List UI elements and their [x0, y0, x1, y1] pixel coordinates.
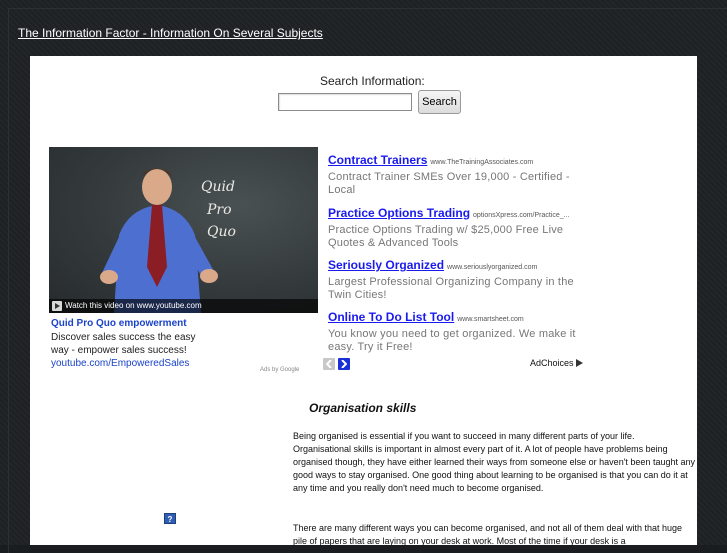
article-paragraph: There are many different ways you can be… [293, 523, 683, 546]
chevron-right-icon[interactable] [338, 358, 350, 370]
article-title: Organisation skills [309, 401, 417, 415]
video-description: Discover sales success the easy way - em… [51, 332, 196, 356]
site-title-link[interactable]: The Information Factor - Information On … [18, 26, 323, 40]
search-label: Search Information: [320, 74, 425, 88]
ad-title-link[interactable]: Online To Do List Tool [328, 310, 454, 324]
ad-url[interactable]: www.seriouslyorganized.com [447, 264, 537, 271]
ad-unit[interactable]: Practice Options Trading optionsXpress.co… [328, 204, 590, 250]
chevron-left-icon[interactable] [323, 358, 335, 370]
ad-url[interactable]: optionsXpress.com/Practice_... [473, 212, 570, 219]
video-footer-text: Ads by Google [260, 367, 300, 373]
ad-title-link[interactable]: Contract Trainers [328, 153, 427, 167]
ad-title-link[interactable]: Practice Options Trading [328, 206, 470, 220]
video-url-link[interactable]: youtube.com/EmpoweredSales [51, 358, 189, 369]
search-input[interactable] [278, 93, 412, 111]
ad-description: Practice Options Trading w/ $25,000 Free… [328, 224, 564, 249]
ad-description: You know you need to get organized. We m… [328, 328, 576, 353]
ad-unit[interactable]: Online To Do List Tool www.smartsheet.com… [328, 308, 590, 354]
adchoices-link[interactable]: AdChoices [530, 358, 583, 368]
ad-unit[interactable]: Contract Trainers www.TheTrainingAssociat… [328, 151, 590, 197]
ad-url[interactable]: www.smartsheet.com [457, 316, 524, 323]
adchoices-label: AdChoices [530, 358, 574, 368]
ad-description: Contract Trainer SMEs Over 19,000 - Cert… [328, 171, 570, 196]
video-info-bar: Watch this video on www.youtube.com [49, 299, 318, 313]
ad-url[interactable]: www.TheTrainingAssociates.com [430, 159, 533, 166]
play-icon[interactable] [52, 301, 62, 311]
watch-on-youtube-text[interactable]: Watch this video on www.youtube.com [65, 301, 202, 310]
video-title-link[interactable]: Quid Pro Quo empowerment [51, 318, 187, 329]
ad-unit[interactable]: Seriously Organized www.seriouslyorganize… [328, 256, 590, 302]
ad-description: Largest Professional Organizing Company … [328, 276, 574, 301]
adchoices-icon [575, 359, 583, 367]
presenter-figure [100, 168, 218, 313]
ad-title-link[interactable]: Seriously Organized [328, 258, 444, 272]
search-button[interactable]: Search [418, 90, 461, 114]
help-icon[interactable]: ? [164, 513, 176, 524]
article-paragraph: Being organised is essential if you want… [293, 431, 695, 493]
video-thumbnail[interactable]: Quid Pro Quo Watch this video on www.you… [49, 147, 318, 313]
